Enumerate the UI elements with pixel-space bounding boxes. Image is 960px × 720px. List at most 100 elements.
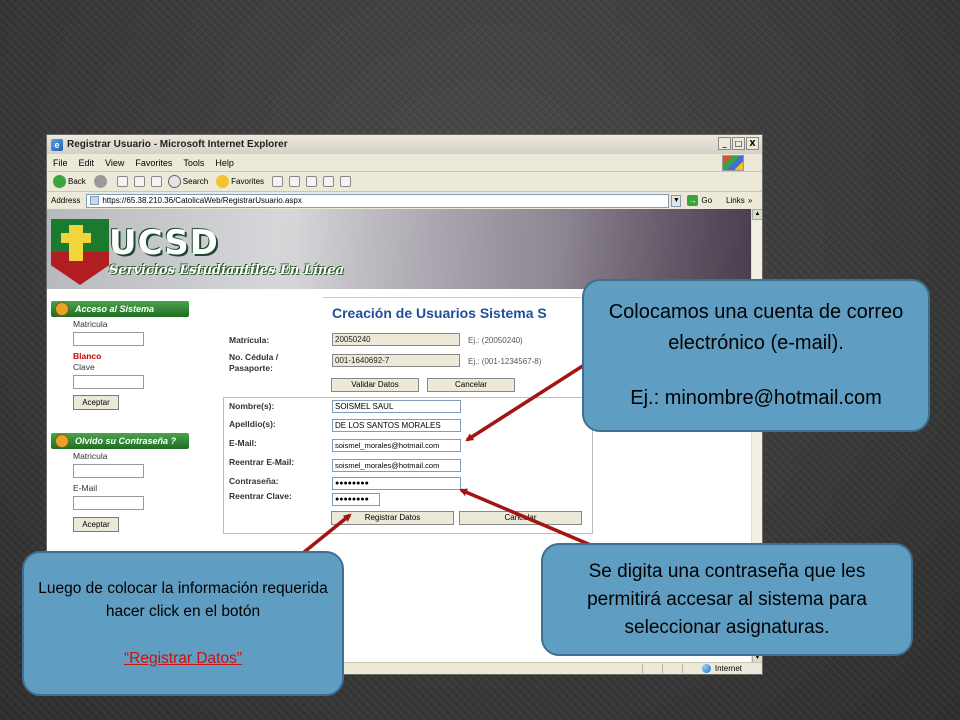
reentrar-clave-label: Reentrar Clave: bbox=[229, 491, 292, 501]
acceso-header: Acceso al Sistema bbox=[51, 301, 189, 317]
address-dropdown-button[interactable]: ▼ bbox=[671, 194, 682, 207]
menu-file[interactable]: File bbox=[53, 158, 68, 168]
reentrar-email-input[interactable]: soismel_morales@hotmail.com bbox=[332, 459, 461, 472]
pasaporte-label: Pasaporte: bbox=[229, 363, 273, 373]
registrar-datos-button[interactable]: Registrar Datos bbox=[331, 511, 454, 525]
ucsd-banner: UCSD Servicios Estudiantiles En Línea bbox=[47, 209, 753, 289]
menu-tools[interactable]: Tools bbox=[183, 158, 204, 168]
acceso-error-text: Blanco bbox=[73, 351, 102, 361]
cedula-label: No. Cédula / bbox=[229, 352, 279, 362]
windows-flag-icon bbox=[722, 155, 744, 171]
ucsd-subtitle: Servicios Estudiantiles En Línea bbox=[109, 263, 345, 278]
cancelar-registro-button[interactable]: Cancelar bbox=[459, 511, 582, 525]
callout-password-text: Se digita una contraseña que les permiti… bbox=[587, 560, 867, 638]
address-bar: Address https://65.38.210.36/CatolicaWeb… bbox=[47, 192, 762, 209]
olvido-email-input[interactable] bbox=[73, 496, 144, 510]
menu-bar: File Edit View Favorites Tools Help bbox=[47, 154, 762, 172]
validar-datos-button[interactable]: Validar Datos bbox=[331, 378, 419, 392]
apellido-label: Apelldio(s): bbox=[229, 419, 276, 429]
key-icon bbox=[55, 434, 69, 448]
olvido-title: Olvido su Contraseña ? bbox=[75, 436, 177, 446]
search-button[interactable]: Search bbox=[167, 175, 209, 188]
callout-registrar: Luego de colocar la información requerid… bbox=[22, 551, 344, 696]
contrasena-input[interactable]: ●●●●●●●● bbox=[332, 477, 461, 490]
history-button[interactable] bbox=[272, 176, 284, 187]
menu-edit[interactable]: Edit bbox=[79, 158, 95, 168]
edit-button[interactable] bbox=[340, 176, 352, 187]
back-button[interactable]: Back bbox=[53, 175, 86, 188]
nombre-input[interactable]: SOISMEL SAUL bbox=[332, 400, 461, 413]
matricula-input[interactable]: 20050240 bbox=[332, 333, 460, 346]
olvido-matricula-label: Matricula bbox=[73, 451, 108, 461]
matricula-hint: Ej.: (20050240) bbox=[468, 336, 523, 345]
acceso-clave-label: Clave bbox=[73, 362, 95, 372]
acceso-clave-input[interactable] bbox=[73, 375, 144, 389]
nombre-label: Nombre(s): bbox=[229, 401, 275, 411]
callout-email-text: Colocamos una cuenta de correo electróni… bbox=[608, 301, 904, 354]
banner-photo bbox=[277, 209, 753, 289]
search-label: Search bbox=[182, 177, 209, 186]
home-button[interactable] bbox=[150, 176, 162, 187]
address-label: Address bbox=[51, 196, 81, 205]
forward-button[interactable] bbox=[93, 175, 107, 188]
links-label[interactable]: Links bbox=[726, 196, 745, 205]
acceso-matricula-label: Matricula bbox=[73, 319, 108, 329]
go-button[interactable]: → Go bbox=[687, 195, 712, 206]
form-title: Creación de Usuarios Sistema S bbox=[332, 305, 547, 321]
email-label: E-Mail: bbox=[229, 438, 257, 448]
olvido-aceptar-button[interactable]: Aceptar bbox=[73, 517, 119, 532]
cedula-hint: Ej.: (001-1234567-8) bbox=[468, 357, 542, 366]
cancelar-validar-button[interactable]: Cancelar bbox=[427, 378, 515, 392]
url-text: https://65.38.210.36/CatolicaWeb/Registr… bbox=[102, 196, 302, 205]
links-more-icon[interactable]: » bbox=[748, 196, 752, 205]
maximize-button[interactable]: □ bbox=[732, 137, 745, 150]
stop-button[interactable] bbox=[116, 176, 128, 187]
acceso-title: Acceso al Sistema bbox=[75, 304, 155, 314]
back-arrow-icon bbox=[53, 175, 66, 188]
title-bar: e Registrar Usuario - Microsoft Internet… bbox=[47, 135, 762, 154]
acceso-matricula-input[interactable] bbox=[73, 332, 144, 346]
callout-email: Colocamos una cuenta de correo electróni… bbox=[582, 279, 930, 432]
olvido-header: Olvido su Contraseña ? bbox=[51, 433, 189, 449]
window-controls: _ □ X bbox=[718, 137, 759, 150]
favorites-star-icon bbox=[216, 175, 230, 188]
toolbar: Back Search Favorites bbox=[47, 172, 762, 192]
callout-password: Se digita una contraseña que les permiti… bbox=[541, 543, 913, 656]
scroll-up-button[interactable]: ▲ bbox=[752, 209, 762, 220]
menu-favorites[interactable]: Favorites bbox=[135, 158, 172, 168]
callout-registrar-text: Luego de colocar la información requerid… bbox=[38, 580, 328, 620]
menu-view[interactable]: View bbox=[105, 158, 124, 168]
reentrar-email-label: Reentrar E-Mail: bbox=[229, 457, 295, 467]
page-icon bbox=[90, 196, 100, 205]
internet-zone-icon bbox=[701, 664, 711, 673]
url-input[interactable]: https://65.38.210.36/CatolicaWeb/Registr… bbox=[86, 193, 670, 208]
go-label: Go bbox=[701, 196, 713, 205]
user-key-icon bbox=[55, 302, 69, 316]
go-arrow-icon: → bbox=[687, 195, 699, 206]
ie-logo-icon: e bbox=[51, 138, 63, 151]
menu-help[interactable]: Help bbox=[215, 158, 234, 168]
window-title: Registrar Usuario - Microsoft Internet E… bbox=[67, 139, 288, 150]
cedula-input[interactable]: 001-1640692-7 bbox=[332, 354, 460, 367]
refresh-button[interactable] bbox=[133, 176, 145, 187]
reentrar-clave-input[interactable]: ●●●●●●●● bbox=[332, 493, 380, 506]
apellido-input[interactable]: DE LOS SANTOS MORALES bbox=[332, 419, 461, 432]
contrasena-label: Contraseña: bbox=[229, 476, 279, 486]
email-input[interactable]: soismel_morales@hotmail.com bbox=[332, 439, 461, 452]
ucsd-logo-text: UCSD bbox=[109, 223, 219, 263]
print-button[interactable] bbox=[323, 176, 335, 187]
crest-cross-icon bbox=[69, 225, 83, 261]
search-icon bbox=[167, 175, 181, 188]
olvido-email-label: E-Mail bbox=[73, 483, 98, 493]
close-button[interactable]: X bbox=[746, 137, 759, 150]
zone-label: Internet bbox=[714, 664, 742, 673]
media-button[interactable] bbox=[289, 176, 301, 187]
acceso-aceptar-button[interactable]: Aceptar bbox=[73, 395, 119, 410]
callout-registrar-link[interactable]: “Registrar Datos” bbox=[34, 647, 332, 670]
back-label: Back bbox=[68, 177, 86, 186]
mail-button[interactable] bbox=[306, 176, 318, 187]
olvido-matricula-input[interactable] bbox=[73, 464, 144, 478]
favorites-button[interactable]: Favorites bbox=[216, 175, 264, 188]
matricula-label: Matrícula: bbox=[229, 335, 270, 345]
minimize-button[interactable]: _ bbox=[718, 137, 731, 150]
